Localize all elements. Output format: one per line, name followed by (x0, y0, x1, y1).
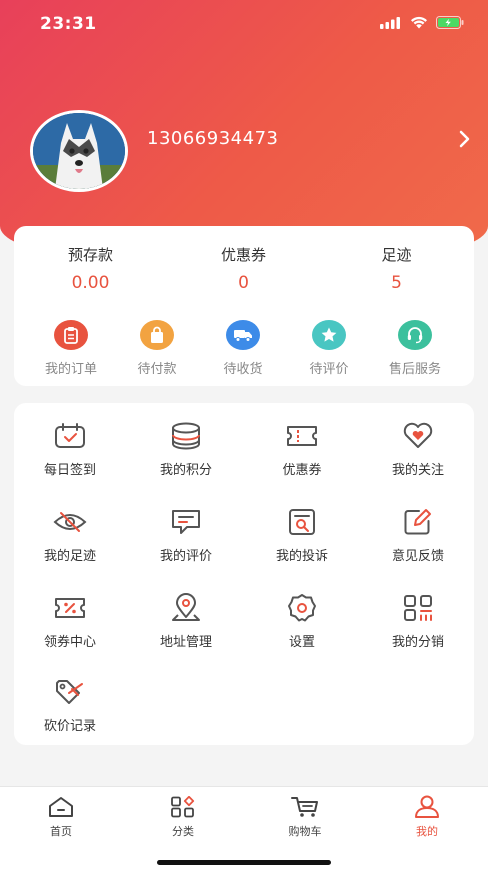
status-time: 23:31 (40, 14, 97, 34)
eye-off-icon (52, 507, 88, 537)
services-card: 每日签到 我的积分 优惠券 我的关注 我的足迹 我的评价 我的投诉 意见反馈 领… (14, 403, 474, 745)
truck-icon (226, 320, 260, 350)
service-label: 我的积分 (159, 463, 212, 478)
bag-icon (140, 320, 174, 350)
service-item-daily-checkin[interactable]: 每日签到 (14, 421, 126, 478)
tab-category[interactable]: 分类 (143, 795, 223, 839)
status-icons (380, 16, 464, 29)
service-label: 我的关注 (391, 463, 444, 478)
order-label: 待收货 (223, 362, 263, 377)
service-label: 优惠券 (282, 463, 322, 478)
order-item-to-receive[interactable]: 待收货 (198, 320, 288, 377)
tab-profile[interactable]: 我的 (387, 795, 467, 839)
account-card: 预存款 0.00 优惠券 0 足迹 5 我的订单 待付款 待收货 待评价 售后服… (14, 226, 474, 386)
star-icon (312, 320, 346, 350)
order-shortcuts: 我的订单 待付款 待收货 待评价 售后服务 (14, 320, 474, 380)
service-label: 领券中心 (43, 635, 96, 650)
wifi-icon (411, 16, 427, 29)
order-label: 售后服务 (388, 362, 441, 377)
service-item-points[interactable]: 我的积分 (130, 421, 242, 478)
service-item-settings[interactable]: 设置 (246, 593, 358, 650)
service-item-feedback[interactable]: 意见反馈 (362, 507, 474, 564)
ticket-icon (52, 593, 88, 623)
cart-icon (265, 795, 345, 819)
order-item-unpaid[interactable]: 待付款 (112, 320, 202, 377)
service-item-distribution[interactable]: 我的分销 (362, 593, 474, 650)
profile-section[interactable]: 13066934473 (30, 110, 470, 192)
complaint-icon (284, 507, 320, 537)
tab-label: 分类 (172, 825, 194, 838)
service-label: 意见反馈 (391, 549, 444, 564)
status-bar: 23:31 (0, 0, 488, 50)
service-item-footprints[interactable]: 我的足迹 (14, 507, 126, 564)
service-label: 地址管理 (159, 635, 212, 650)
stat-value: 5 (391, 273, 402, 293)
tab-label: 首页 (50, 825, 72, 838)
service-item-follows[interactable]: 我的关注 (362, 421, 474, 478)
settings-icon (284, 593, 320, 623)
service-item-address[interactable]: 地址管理 (130, 593, 242, 650)
distribution-icon (400, 593, 436, 623)
signal-icon (380, 16, 400, 29)
stat-label: 足迹 (381, 246, 412, 264)
phone-number: 13066934473 (147, 128, 279, 149)
category-icon (143, 795, 223, 819)
order-label: 待付款 (137, 362, 177, 377)
heart-icon (400, 421, 436, 451)
order-item-all[interactable]: 我的订单 (26, 320, 116, 377)
stat-coupons[interactable]: 优惠券 0 (167, 244, 320, 293)
service-item-coupons[interactable]: 优惠券 (246, 421, 358, 478)
stat-label: 优惠券 (220, 246, 266, 264)
order-label: 待评价 (309, 362, 349, 377)
coupon-icon (284, 421, 320, 451)
battery-icon (436, 16, 464, 29)
stat-prepaid[interactable]: 预存款 0.00 (14, 244, 167, 293)
chevron-right-icon[interactable] (458, 130, 470, 148)
user-icon (387, 795, 467, 819)
order-label: 我的订单 (44, 362, 97, 377)
tab-label: 购物车 (288, 825, 322, 838)
stat-label: 预存款 (67, 246, 113, 264)
service-item-coupon-center[interactable]: 领券中心 (14, 593, 126, 650)
order-item-to-review[interactable]: 待评价 (284, 320, 374, 377)
dog-avatar-icon (33, 113, 125, 189)
tab-label: 我的 (416, 825, 438, 838)
service-label: 砍价记录 (43, 719, 96, 734)
service-item-reviews[interactable]: 我的评价 (130, 507, 242, 564)
service-label: 每日签到 (43, 463, 96, 478)
tab-home[interactable]: 首页 (21, 795, 101, 839)
headset-icon (398, 320, 432, 350)
clipboard-icon (54, 320, 88, 350)
order-item-after-sales[interactable]: 售后服务 (370, 320, 460, 377)
tab-cart[interactable]: 购物车 (265, 795, 345, 839)
service-label: 我的分销 (391, 635, 444, 650)
stat-value: 0.00 (71, 273, 110, 293)
service-label: 我的投诉 (275, 549, 328, 564)
service-label: 设置 (288, 635, 315, 650)
edit-icon (400, 507, 436, 537)
service-item-bargain-records[interactable]: 砍价记录 (14, 677, 126, 734)
avatar[interactable] (30, 110, 128, 192)
account-stats: 预存款 0.00 优惠券 0 足迹 5 (14, 244, 474, 293)
calendar-check-icon (52, 421, 88, 451)
service-label: 我的评价 (159, 549, 212, 564)
stat-footprints[interactable]: 足迹 5 (320, 244, 473, 293)
home-indicator[interactable] (157, 860, 331, 865)
stat-value: 0 (238, 273, 249, 293)
service-label: 我的足迹 (43, 549, 96, 564)
service-item-complaints[interactable]: 我的投诉 (246, 507, 358, 564)
coins-icon (168, 421, 204, 451)
location-icon (168, 593, 204, 623)
bargain-tag-icon (52, 677, 88, 707)
comment-icon (168, 507, 204, 537)
home-icon (21, 795, 101, 819)
